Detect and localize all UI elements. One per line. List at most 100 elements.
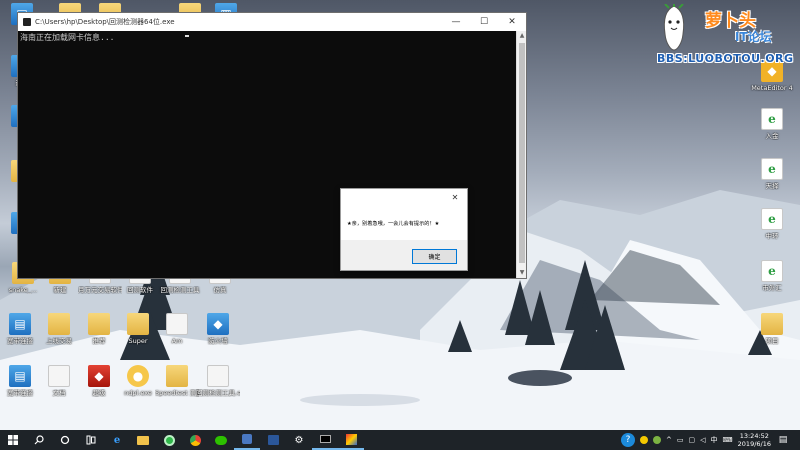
icon-label: 宽带连接 <box>7 389 33 397</box>
taskbar: e ⚙ ? ^ ▭ ▢ ◁ 中 ⌨ 13:24:52 2019/6/16 ▤ <box>0 430 800 450</box>
network-icon: ▤ <box>9 365 31 387</box>
desktop-icon[interactable]: ◆ 防火墙 <box>196 313 240 345</box>
ie-icon: e <box>761 158 783 180</box>
icon-label: MetaEditor 4 <box>751 84 793 92</box>
360-browser-icon[interactable] <box>156 430 182 450</box>
icon-label: 项目 <box>765 337 779 345</box>
icon-label: 仿真 <box>213 286 227 294</box>
icon-label: 新建 <box>53 286 67 294</box>
icon-label: 超级 <box>92 389 106 397</box>
icon-label: 天择 <box>765 182 779 190</box>
colorful-app-icon[interactable] <box>338 430 364 450</box>
chrome-icon[interactable] <box>182 430 208 450</box>
close-icon[interactable]: ✕ <box>449 192 461 204</box>
scroll-down-icon[interactable]: ▼ <box>517 268 527 278</box>
cortana-icon[interactable] <box>52 430 78 450</box>
radish-mascot-icon <box>663 4 685 51</box>
scroll-thumb[interactable] <box>519 43 525 263</box>
exe-icon <box>207 365 229 387</box>
folder-icon <box>761 313 783 335</box>
desktop-icon-ie[interactable]: e 天择 <box>750 158 794 190</box>
desktop-icon[interactable]: ▤ 宽带连接 <box>0 313 42 345</box>
icon-label: 中环 <box>765 232 779 240</box>
desktop-icon[interactable]: ● ndpl.exe <box>116 365 160 397</box>
icon-label: 推荐 <box>92 337 106 345</box>
folder-icon <box>48 313 70 335</box>
desktop-icon[interactable]: 推荐 <box>77 313 121 345</box>
settings-icon[interactable]: ⚙ <box>286 430 312 450</box>
battery-icon[interactable]: ▭ <box>677 436 684 444</box>
terminal-icon[interactable] <box>312 430 338 450</box>
tray-app-icon[interactable] <box>640 436 649 444</box>
desktop-icon[interactable]: 文档 <box>37 365 81 397</box>
task-view-icon[interactable] <box>78 430 104 450</box>
icon-label: 月万元交易软件 <box>78 286 122 294</box>
icon-label: 宽带连接 <box>7 337 33 345</box>
folder-icon[interactable] <box>130 430 156 450</box>
icon-label: 防火墙 <box>208 337 228 345</box>
network-status-icon[interactable] <box>653 436 662 444</box>
watermark-url: BBS:LUOBOTOU.ORG <box>657 52 794 65</box>
ie-icon: e <box>761 108 783 130</box>
red-app-icon: ◆ <box>88 365 110 387</box>
ime-indicator[interactable]: 中 <box>711 435 718 445</box>
desktop-icon[interactable]: Speedtest 测速工具 <box>155 365 199 397</box>
window-title: C:\Users\hp\Desktop\回测检测器64位.exe <box>35 18 175 26</box>
display-icon[interactable]: ▢ <box>689 436 696 444</box>
desktop-icon[interactable]: Am <box>155 313 199 345</box>
dialog-message: ★亲，别着急哦，一会儿会有提示的！★ <box>347 221 440 227</box>
network-icon: ▤ <box>9 313 31 335</box>
system-tray: ? ^ ▭ ▢ ◁ 中 ⌨ 13:24:52 2019/6/16 ▤ <box>621 430 790 450</box>
ie-icon: e <box>761 208 783 230</box>
folder-icon <box>166 365 188 387</box>
clock-date: 2019/6/16 <box>737 440 771 448</box>
edge-icon[interactable]: e <box>104 430 130 450</box>
start-icon[interactable] <box>0 430 26 450</box>
desktop-icon[interactable]: ◆ 超级 <box>77 365 121 397</box>
desktop-icon-ie[interactable]: e 中环 <box>750 208 794 240</box>
icon-label: 回测检测工具 <box>160 286 200 294</box>
taskbar-clock[interactable]: 13:24:52 2019/6/16 <box>738 432 771 448</box>
desktop-icon-ie[interactable]: e 市外汇 <box>750 260 794 292</box>
shield-icon: ◆ <box>207 313 229 335</box>
document-icon <box>48 365 70 387</box>
document-icon <box>166 313 188 335</box>
console-output-line: 海南正在加载网卡信息... <box>20 33 115 42</box>
dialog-footer: 确定 <box>341 240 467 270</box>
minimize-icon[interactable]: — <box>442 13 470 31</box>
console-scrollbar[interactable]: ▲ ▼ <box>516 31 526 278</box>
desktop-icon[interactable]: Super <box>116 313 160 345</box>
desktop-icon[interactable]: 回测检测工具.exe <box>196 365 240 397</box>
clock-time: 13:24:52 <box>739 432 769 440</box>
close-icon[interactable]: ✕ <box>498 13 526 31</box>
ie-icon: e <box>761 260 783 282</box>
chevron-up-icon[interactable]: ^ <box>666 436 672 444</box>
icon-label: 文档 <box>52 389 66 397</box>
desktop-icon-folder[interactable]: 项目 <box>750 313 794 345</box>
desktop-icon[interactable]: 上线交易 <box>37 313 81 345</box>
desktop-icon[interactable]: ▤ 宽带连接 <box>0 365 42 397</box>
console-titlebar[interactable]: C:\Users\hp\Desktop\回测检测器64位.exe — ☐ ✕ <box>18 13 526 31</box>
help-icon[interactable]: ? <box>621 433 636 447</box>
notification-icon[interactable]: ▤ <box>776 433 790 447</box>
maximize-icon[interactable]: ☐ <box>470 13 498 31</box>
icon-label: 上线交易 <box>46 337 72 345</box>
volume-icon[interactable]: ◁ <box>700 436 705 444</box>
icon-label: 市外汇 <box>762 284 782 292</box>
ok-button[interactable]: 确定 <box>412 249 457 264</box>
console-app-icon <box>23 18 31 26</box>
keyboard-icon[interactable]: ⌨ <box>723 436 733 444</box>
word-icon[interactable] <box>260 430 286 450</box>
watermark-subtitle: IT论坛 <box>735 30 772 44</box>
search-icon[interactable] <box>26 430 52 450</box>
folder-icon <box>88 313 110 335</box>
desktop-icon-ie[interactable]: e 入金 <box>750 108 794 140</box>
message-dialog[interactable]: ✕ ★亲，别着急哦，一会儿会有提示的！★ 确定 <box>340 188 468 271</box>
app-icon[interactable] <box>234 430 260 450</box>
icon-label: Am <box>171 337 183 345</box>
scroll-up-icon[interactable]: ▲ <box>517 31 527 41</box>
console-cursor <box>185 35 189 37</box>
wechat-icon[interactable] <box>208 430 234 450</box>
icon-label: ndpl.exe <box>124 389 152 397</box>
icon-label: 回测检测工具.exe <box>196 389 240 397</box>
